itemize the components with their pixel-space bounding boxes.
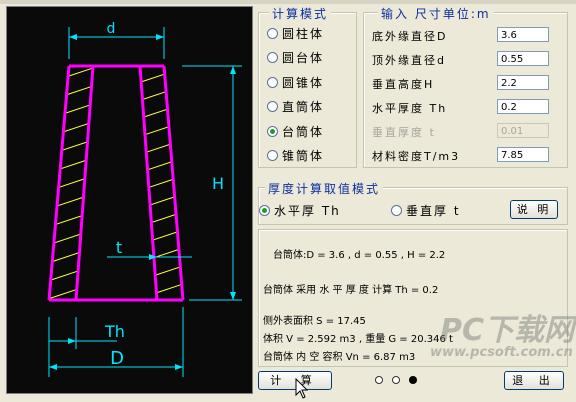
bottom-diameter-label: D <box>110 348 124 369</box>
hatch-line <box>49 136 93 158</box>
hatch-line <box>140 244 183 266</box>
watermark-url: www.pcsoft.com.cn <box>430 345 573 360</box>
radio-vertical-label: 垂直厚 t <box>406 203 461 218</box>
hatch-line <box>140 226 183 248</box>
top-diameter-label: d <box>107 21 116 37</box>
hatch-line <box>140 262 183 284</box>
app-window: d H t Th D 计算模式 圆柱体圆台体圆锥体直筒体台筒体锥筒体 输入 尺寸… <box>0 0 576 402</box>
radio-dot-mode-3[interactable] <box>267 101 278 112</box>
field-input-0[interactable]: 3.6 <box>497 27 549 42</box>
radio-dot-vertical[interactable] <box>391 204 402 216</box>
height-label: H <box>212 174 224 193</box>
radio-dot-mode-1[interactable] <box>267 52 278 63</box>
hatch-line <box>140 100 183 122</box>
hatch-line <box>49 154 93 176</box>
hatch-line <box>140 136 183 158</box>
calc-mode-group: 计算模式 圆柱体圆台体圆锥体直筒体台筒体锥筒体 <box>258 5 357 168</box>
page-dot-1[interactable] <box>375 376 383 384</box>
field-input-3[interactable]: 0.2 <box>497 99 549 114</box>
shape-diagram-canvas: d H t Th D <box>6 6 253 394</box>
radio-mode-label: 直筒体 <box>282 100 325 114</box>
radio-dot-horizontal[interactable] <box>259 204 270 216</box>
thickness-mode-group: 厚度计算取值模式 水平厚 Th 垂直厚 t 说 明 <box>258 180 568 225</box>
field-input-1[interactable]: 0.55 <box>497 51 549 66</box>
radio-mode-5[interactable]: 锥筒体 <box>267 147 324 165</box>
hatch-line <box>49 298 93 300</box>
radio-mode-label: 圆柱体 <box>282 26 325 41</box>
field-input-5[interactable]: 7.85 <box>497 147 549 162</box>
hatch-line <box>49 100 93 122</box>
watermark-logo: PC下载网 <box>440 313 575 348</box>
hatch-line <box>140 208 183 230</box>
radio-horizontal-label: 水平厚 Th <box>274 203 341 218</box>
result-line-3: 侧外表面积 S = 17.45 <box>263 316 366 327</box>
hatch-line <box>42 317 102 337</box>
hatch-line <box>49 226 93 248</box>
page-dot-2[interactable] <box>392 376 400 384</box>
field-label-4: 垂直厚度 t <box>372 126 436 139</box>
hatch-line <box>140 172 183 194</box>
radio-mode-0[interactable]: 圆柱体 <box>267 24 324 42</box>
field-label-5: 材料密度T/m3 <box>372 150 461 163</box>
thickness-th-label: Th <box>104 322 125 341</box>
radio-horizontal-thickness[interactable]: 水平厚 Th <box>259 201 341 219</box>
calc-mode-title: 计算模式 <box>269 5 332 22</box>
title-bar-strip <box>0 0 576 4</box>
hatch-line <box>49 66 93 68</box>
hatch-line <box>140 66 183 68</box>
radio-mode-label: 圆台体 <box>282 51 325 65</box>
field-input-4: 0.01 <box>497 123 549 138</box>
hatch-line <box>49 208 93 230</box>
input-title: 输入 尺寸单位:m <box>378 5 494 22</box>
dimension-lines <box>48 27 242 377</box>
hatch-line <box>49 118 93 140</box>
left-wall-hatch <box>42 66 102 355</box>
radio-mode-4[interactable]: 台筒体 <box>267 122 324 140</box>
page-dot-3[interactable] <box>409 376 417 384</box>
radio-mode-label: 台筒体 <box>282 124 325 139</box>
radio-mode-label: 圆锥体 <box>282 75 325 90</box>
result-line-4: 体积 V = 2.592 m3 , 重量 G = 20.346 t <box>263 334 453 345</box>
hatch-line <box>140 190 183 212</box>
hatch-line <box>42 335 102 355</box>
result-line-5: 台筒体 内 空 容积 Vn = 6.87 m3 <box>263 352 416 363</box>
frustum-diagram: d H t Th D <box>42 21 242 377</box>
result-line-1: 台筒体:D = 3.6 , d = 0.55 , H = 2.2 <box>273 250 446 261</box>
radio-mode-2[interactable]: 圆锥体 <box>267 73 324 91</box>
hatch-line <box>49 190 93 212</box>
exit-button[interactable]: 退 出 <box>504 371 564 390</box>
radio-dot-mode-5[interactable] <box>267 150 278 161</box>
field-label-0: 底外缘直径D <box>372 30 448 43</box>
radio-dot-mode-4[interactable] <box>267 125 278 137</box>
explain-button[interactable]: 说 明 <box>510 200 558 219</box>
radio-mode-3[interactable]: 直筒体 <box>267 98 324 116</box>
input-group: 输入 尺寸单位:m 底外缘直径D 3.6 顶外缘直径d 0.55 垂直高度H 2.2 水平厚… <box>363 5 568 168</box>
radio-mode-1[interactable]: 圆台体 <box>267 49 324 67</box>
hatch-line <box>140 154 183 176</box>
field-label-1: 顶外缘直径d <box>372 54 446 67</box>
hatch-line <box>49 172 93 194</box>
field-label-2: 垂直高度H <box>372 78 435 91</box>
field-input-2[interactable]: 2.2 <box>497 75 549 90</box>
thickness-t-label: t <box>116 238 122 257</box>
radio-vertical-thickness[interactable]: 垂直厚 t <box>391 201 461 219</box>
field-label-3: 水平厚度 Th <box>372 102 448 115</box>
thickness-mode-title: 厚度计算取值模式 <box>265 180 384 197</box>
result-line-2: 台筒体 采用 水 平 厚 度 计算 Th = 0.2 <box>263 285 439 296</box>
radio-dot-mode-0[interactable] <box>267 27 278 39</box>
radio-dot-mode-2[interactable] <box>267 76 278 88</box>
mouse-cursor-icon <box>295 378 309 399</box>
hatch-line <box>140 118 183 140</box>
radio-mode-label: 锥筒体 <box>282 149 325 163</box>
